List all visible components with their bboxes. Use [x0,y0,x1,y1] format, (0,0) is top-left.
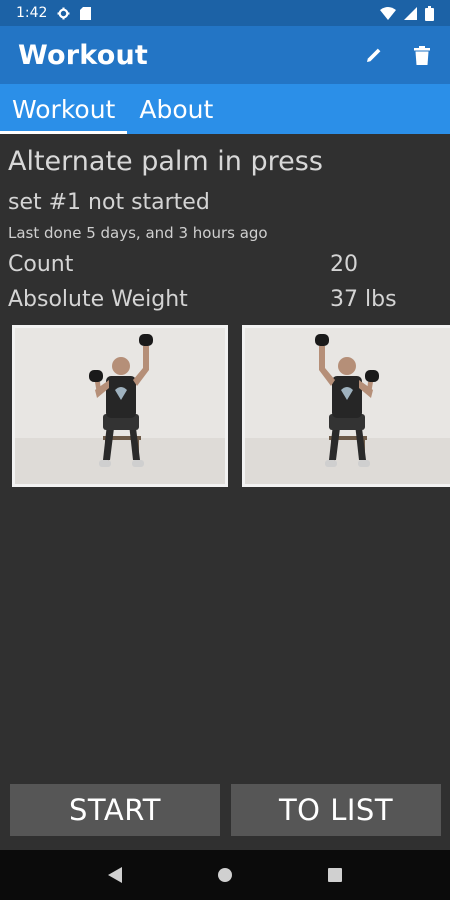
app-title: Workout [18,39,148,71]
edit-icon[interactable] [362,43,386,67]
tab-about-label: About [139,94,214,124]
navigation-bar [0,850,450,900]
exercise-images [12,325,450,487]
battery-icon [425,5,434,21]
app-actions [362,43,434,67]
tab-workout-label: Workout [12,94,116,124]
status-right [380,5,434,21]
tab-bar: Workout About [0,84,450,134]
status-left: 1:42 [16,5,92,21]
set-status: set #1 not started [8,190,210,215]
tab-about[interactable]: About [127,84,225,134]
home-icon[interactable] [205,855,245,895]
exercise-photo[interactable] [12,325,228,487]
recents-icon[interactable] [315,855,355,895]
stat-label: Count [8,252,74,277]
tab-workout[interactable]: Workout [0,84,128,134]
to-list-button[interactable]: TO LIST [231,784,441,836]
sd-card-icon [80,6,92,20]
stat-value: 20 [330,252,358,277]
status-bar: 1:42 [0,0,450,26]
last-done-text: Last done 5 days, and 3 hours ago [8,224,268,242]
stat-label: Absolute Weight [8,287,188,312]
signal-icon [404,6,417,20]
workout-content: Alternate palm in press set #1 not start… [0,134,450,784]
stat-value: 37 lbs [330,287,397,312]
delete-icon[interactable] [410,43,434,67]
wifi-icon [380,6,396,20]
start-button[interactable]: START [10,784,220,836]
exercise-title: Alternate palm in press [8,146,323,177]
app-bar: Workout [0,26,450,84]
status-time: 1:42 [16,5,48,21]
exercise-photo[interactable] [242,325,450,487]
back-icon[interactable] [95,855,135,895]
settings-icon [57,7,70,20]
